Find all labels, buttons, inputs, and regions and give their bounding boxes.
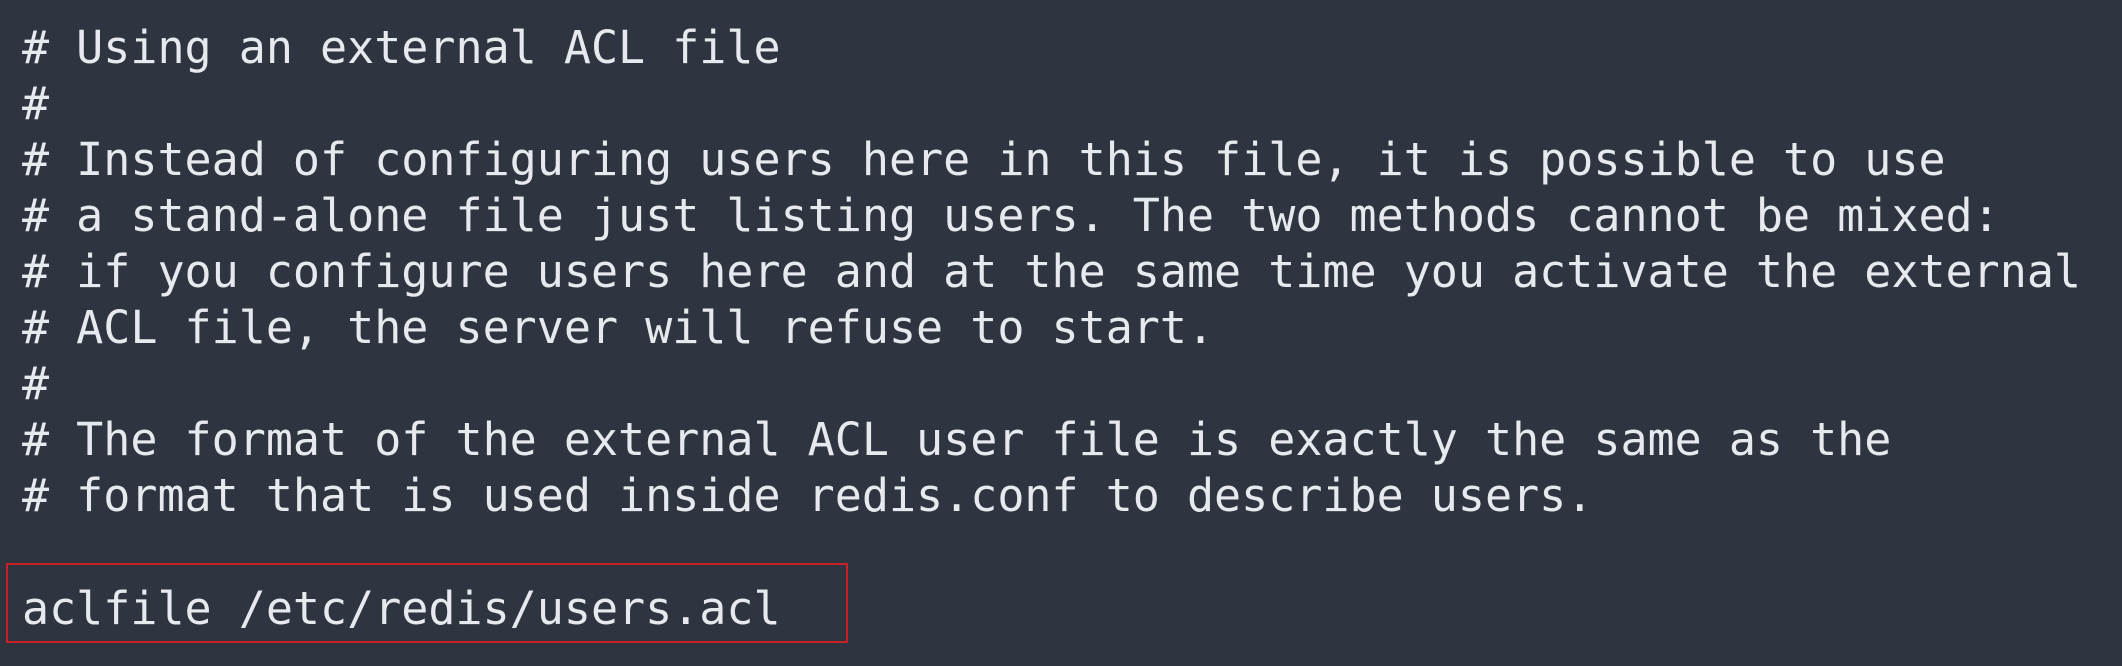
comment-line: # The format of the external ACL user fi… bbox=[22, 413, 1892, 466]
comment-line: # Using an external ACL file bbox=[22, 21, 781, 74]
comment-line: # bbox=[22, 77, 50, 130]
comment-line: # ACL file, the server will refuse to st… bbox=[22, 301, 1215, 354]
comment-line: # bbox=[22, 357, 50, 410]
comment-line: # format that is used inside redis.conf … bbox=[22, 469, 1594, 522]
comment-line: # if you configure users here and at the… bbox=[22, 245, 2082, 298]
aclfile-directive: aclfile /etc/redis/users.acl bbox=[22, 582, 781, 635]
comment-line: # a stand-alone file just listing users.… bbox=[22, 189, 2000, 242]
comment-line: # Instead of configuring users here in t… bbox=[22, 133, 1946, 186]
code-editor: # Using an external ACL file # # Instead… bbox=[0, 0, 2122, 666]
